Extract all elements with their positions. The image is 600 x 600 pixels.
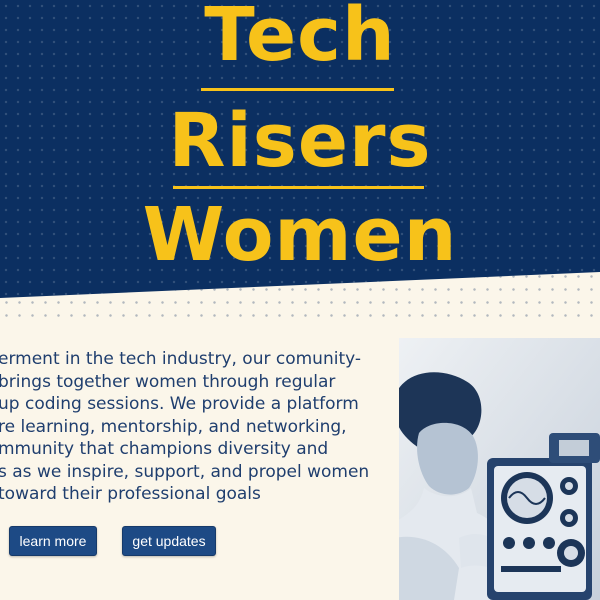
description-line: re learning, mentorship, and networking,: [0, 416, 347, 437]
description-line: mmunity that champions diversity and: [0, 439, 329, 459]
woman-with-oscilloscope-illustration: [399, 338, 600, 600]
title-underline-1: [201, 88, 394, 91]
hero-title-word-women: Women: [142, 192, 458, 278]
description-line: up coding sessions. We provide a platfor…: [0, 394, 359, 414]
vintage-woman-photo: [399, 338, 600, 600]
about-description: erment in the tech industry, our comunit…: [0, 348, 394, 506]
learn-more-button[interactable]: learn more: [9, 526, 97, 556]
get-updates-button[interactable]: get updates: [122, 526, 216, 556]
description-line: erment in the tech industry, our comunit…: [0, 349, 362, 369]
description-line: toward their professional goals: [0, 484, 261, 504]
description-line: brings together women through regular: [0, 371, 336, 392]
hero-title-word-tech: Tech: [204, 0, 396, 78]
hero-banner: Tech Risers Women: [0, 0, 600, 298]
description-line: s as we inspire, support, and propel wom…: [0, 461, 370, 482]
hero-title-word-risers: Risers: [168, 98, 432, 184]
title-underline-2: [173, 186, 424, 189]
